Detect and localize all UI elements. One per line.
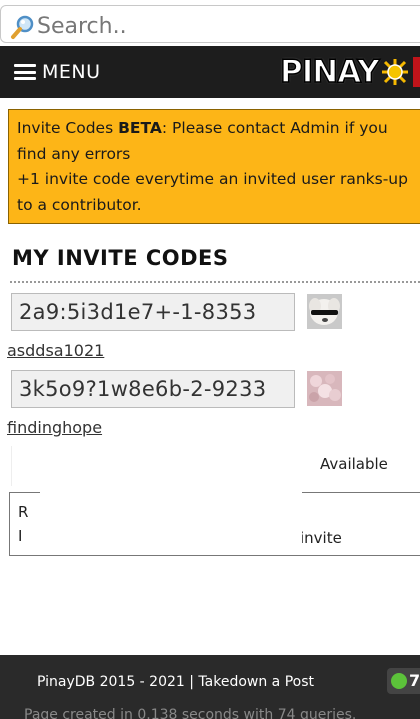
invite-form-panel: R I invite	[9, 477, 420, 556]
invite-panel-line2: I	[18, 527, 23, 545]
redaction-overlay	[12, 446, 302, 491]
search-input[interactable]	[35, 10, 399, 42]
footer-subtext: Page created in 0.138 seconds with 74 qu…	[24, 707, 357, 719]
flowers-avatar[interactable]	[307, 371, 342, 406]
online-users-badge[interactable]: 7	[387, 668, 420, 694]
menu-label: MENU	[42, 61, 101, 83]
invited-username[interactable]: findinghope	[7, 418, 102, 437]
divider	[10, 281, 420, 283]
navbar: MENU PINAY	[0, 46, 420, 98]
invite-code-field[interactable]: 2a9:5i3d1e7+-1-8353	[11, 293, 295, 331]
logo-accent	[412, 57, 420, 87]
site-logo[interactable]: PINAY	[279, 52, 420, 92]
logo-text: PINAY	[279, 53, 380, 91]
top-bar	[0, 0, 420, 48]
footer-text[interactable]: PinayDB 2015 - 2021 | Takedown a Post	[37, 674, 314, 690]
dog-avatar[interactable]	[307, 294, 342, 329]
hamburger-icon	[14, 64, 36, 80]
footer: PinayDB 2015 - 2021 | Takedown a Post 7 …	[0, 655, 420, 719]
search-box[interactable]	[0, 5, 420, 43]
invite-code-field[interactable]: 3k5o9?1w8e6b-2-9233	[11, 370, 295, 408]
invite-notice: Invite Codes BETA: Please contact Admin …	[8, 109, 420, 224]
notice-prefix: Invite Codes	[17, 119, 119, 137]
notice-line2: +1 invite code everytime an invited user…	[17, 170, 408, 214]
online-status-icon	[391, 673, 407, 689]
available-label: Available	[320, 455, 388, 473]
menu-button[interactable]: MENU	[14, 58, 101, 86]
search-icon	[11, 15, 34, 39]
online-count: 7	[409, 671, 420, 690]
invited-username[interactable]: asddsa1021	[7, 341, 104, 360]
invite-label: invite	[300, 529, 342, 547]
page-title: MY INVITE CODES	[12, 246, 229, 270]
notice-beta: BETA	[118, 119, 162, 137]
sun-icon	[381, 59, 408, 85]
dog-avatar-image	[307, 294, 342, 329]
invite-panel-line1: R	[18, 503, 29, 521]
flowers-avatar-image	[307, 371, 342, 406]
